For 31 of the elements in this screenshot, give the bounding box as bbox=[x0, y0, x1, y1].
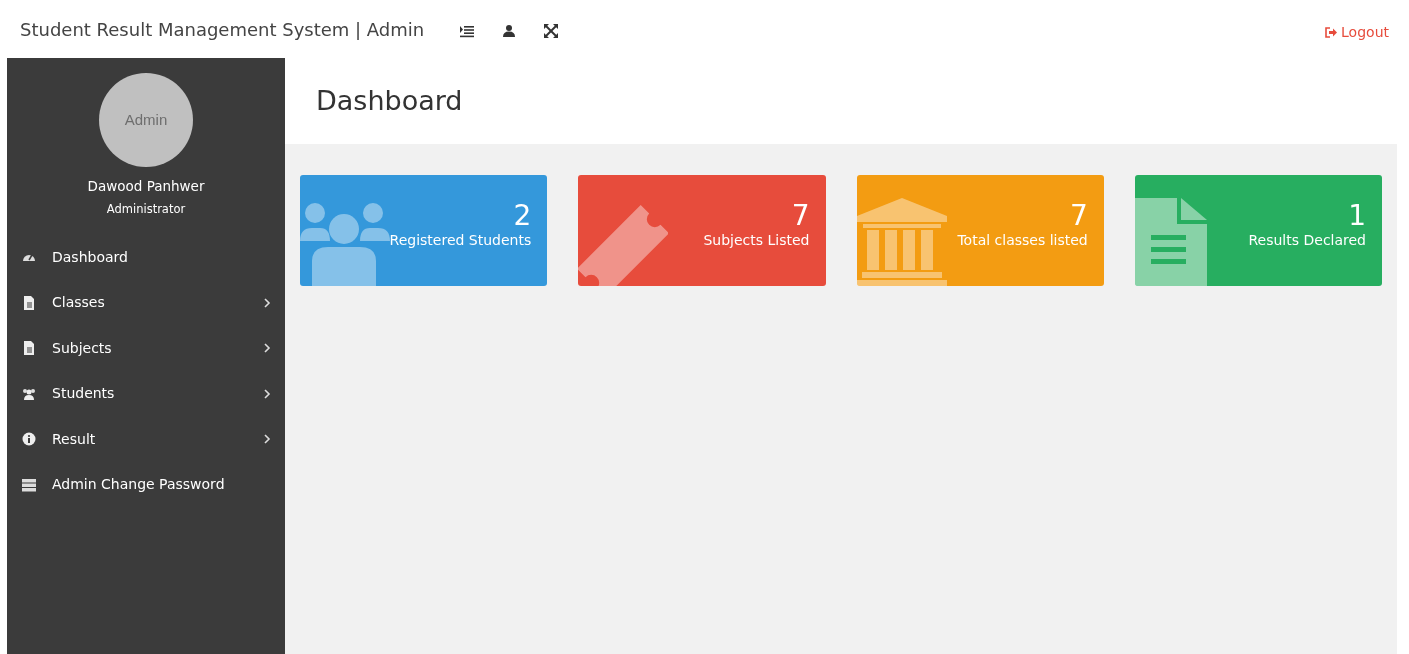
avatar: Admin bbox=[99, 73, 193, 167]
stat-label: Registered Students bbox=[388, 231, 532, 250]
bank-icon bbox=[856, 196, 947, 286]
logout-icon bbox=[1325, 26, 1338, 38]
info-icon bbox=[22, 432, 36, 447]
user-icon[interactable] bbox=[502, 24, 517, 38]
server-icon bbox=[22, 477, 36, 492]
logout-link[interactable]: Logout bbox=[1325, 21, 1389, 43]
stat-value: 7 bbox=[790, 202, 810, 230]
user-name: Dawood Panhwer bbox=[86, 177, 206, 196]
stat-card[interactable]: 7 Subjects Listed bbox=[578, 175, 826, 286]
page-title: Dashboard bbox=[316, 83, 463, 118]
user-role: Administrator bbox=[105, 201, 187, 219]
sidebar-item[interactable]: Subjects bbox=[7, 325, 285, 371]
sidebar-item[interactable]: Students bbox=[7, 371, 285, 417]
users-icon bbox=[22, 386, 36, 401]
sidebar-item[interactable]: Classes bbox=[7, 280, 285, 326]
sidebar-item[interactable]: Result bbox=[7, 416, 285, 462]
menu-icon[interactable] bbox=[460, 24, 475, 38]
sidebar-item[interactable]: Dashboard bbox=[7, 234, 285, 280]
sidebar-item[interactable]: Admin Change Password bbox=[7, 462, 285, 508]
stat-value: 2 bbox=[512, 202, 532, 230]
stat-value: 1 bbox=[1347, 202, 1366, 230]
fullscreen-icon[interactable] bbox=[544, 24, 559, 38]
stat-label: Total classes listed bbox=[956, 231, 1088, 250]
app-title: Student Result Management System | Admin bbox=[20, 17, 425, 42]
stat-label: Subjects Listed bbox=[702, 231, 810, 250]
stat-value: 7 bbox=[1068, 202, 1088, 230]
document-icon bbox=[22, 295, 36, 310]
document-icon bbox=[22, 341, 36, 356]
stat-label: Results Declared bbox=[1247, 231, 1366, 250]
